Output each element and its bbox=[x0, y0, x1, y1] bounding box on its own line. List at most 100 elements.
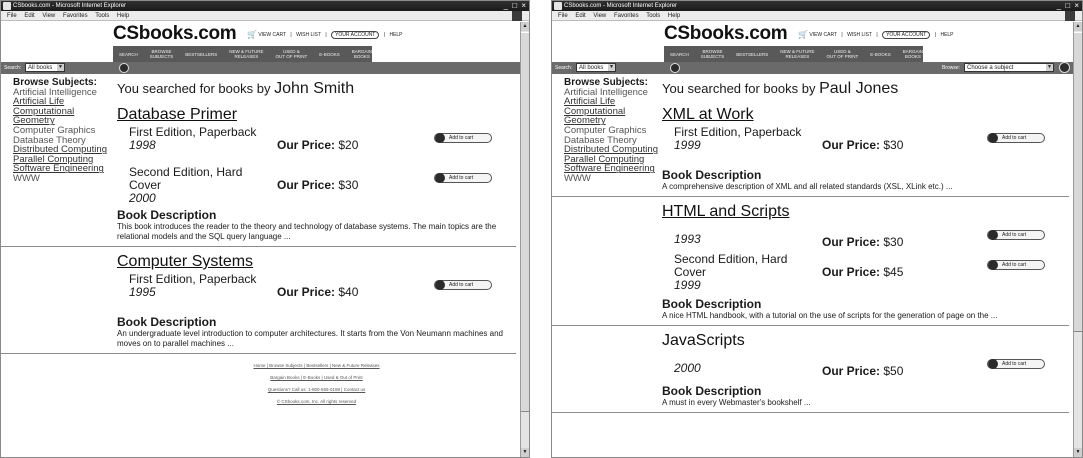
nav-browse-subjects[interactable]: BROWSE SUBJECTS bbox=[150, 49, 174, 59]
menu-tools[interactable]: Tools bbox=[95, 13, 109, 19]
search-go-button[interactable] bbox=[119, 63, 129, 73]
menu-file[interactable]: File bbox=[558, 13, 568, 19]
menu-view[interactable]: View bbox=[593, 13, 606, 19]
nav-new-releases[interactable]: NEW & FUTURE RELEASES bbox=[229, 49, 263, 59]
nav-ebooks[interactable]: E-BOOKS bbox=[319, 52, 340, 57]
windows-logo-icon bbox=[512, 11, 522, 21]
nav-bestsellers[interactable]: BESTSELLERS bbox=[185, 52, 217, 57]
menu-view[interactable]: View bbox=[42, 13, 55, 19]
vertical-scrollbar[interactable]: ▲ ▼ bbox=[520, 22, 529, 457]
edition-row: First Edition, Paperback 1999 Our Price:… bbox=[662, 126, 1069, 166]
add-to-cart-button[interactable]: Add to cart bbox=[987, 359, 1045, 369]
add-to-cart-button[interactable]: Add to cart bbox=[987, 133, 1045, 143]
add-to-cart-button[interactable]: Add to cart bbox=[987, 260, 1045, 270]
search-go-button[interactable] bbox=[670, 63, 680, 73]
book-title-link[interactable]: Computer Systems bbox=[117, 253, 516, 271]
edition-label: Second Edition, Hard Cover bbox=[129, 165, 243, 192]
price: Our Price: $40 bbox=[277, 285, 359, 299]
cart-icon[interactable]: 🛒 bbox=[798, 30, 808, 39]
book-title-link[interactable]: Database Primer bbox=[117, 106, 516, 124]
scroll-thumb[interactable] bbox=[521, 32, 529, 412]
menu-favorites[interactable]: Favorites bbox=[614, 13, 639, 19]
edition-year: 1999 bbox=[674, 138, 701, 152]
add-to-cart-button[interactable]: Add to cart bbox=[434, 173, 492, 183]
window-controls[interactable]: _ □ × bbox=[504, 1, 527, 11]
cart-icon bbox=[988, 260, 998, 270]
search-category-select[interactable]: All books ▼ bbox=[25, 63, 65, 72]
menu-favorites[interactable]: Favorites bbox=[63, 13, 88, 19]
book-result: Database Primer First Edition, Paperback… bbox=[1, 106, 516, 247]
help-link[interactable]: HELP bbox=[389, 32, 402, 38]
scroll-up-icon[interactable]: ▲ bbox=[1074, 22, 1082, 31]
add-to-cart-button[interactable]: Add to cart bbox=[434, 280, 492, 290]
menu-edit[interactable]: Edit bbox=[575, 13, 585, 19]
cart-icon[interactable]: 🛒 bbox=[247, 30, 257, 39]
nav-bargain-books[interactable]: BARGAIN BOOKS bbox=[903, 49, 923, 59]
site-logo[interactable]: CSbooks.com bbox=[113, 23, 237, 45]
scroll-down-icon[interactable]: ▼ bbox=[521, 448, 529, 457]
cart-icon bbox=[435, 280, 445, 290]
menu-file[interactable]: File bbox=[7, 13, 17, 19]
nav-used-books[interactable]: USED & OUT OF PRINT bbox=[276, 49, 308, 59]
view-cart-link[interactable]: VIEW CART bbox=[258, 32, 286, 38]
nav-browse-subjects[interactable]: BROWSE SUBJECTS bbox=[701, 49, 725, 59]
window-controls[interactable]: _ □ × bbox=[1057, 1, 1080, 11]
browse-go-button[interactable] bbox=[1059, 62, 1070, 73]
site-header: CSbooks.com 🛒 VIEW CART | WISH LIST | YO… bbox=[552, 22, 1073, 62]
your-account-button[interactable]: YOUR ACCOUNT bbox=[331, 30, 380, 39]
footer-links[interactable]: Bargain Books | E-Books | Used & Out of … bbox=[117, 372, 516, 384]
site-logo[interactable]: CSbooks.com bbox=[664, 23, 788, 45]
nav-used-books[interactable]: USED & OUT OF PRINT bbox=[827, 49, 859, 59]
nav-ebooks[interactable]: E-BOOKS bbox=[870, 52, 891, 57]
divider bbox=[1, 246, 516, 247]
price: Our Price: $50 bbox=[822, 364, 904, 378]
search-category-select[interactable]: All books ▼ bbox=[576, 63, 616, 72]
top-links: 🛒 VIEW CART | WISH LIST | YOUR ACCOUNT |… bbox=[247, 30, 403, 39]
edition-row: 1993 Our Price: $30 Add to cart bbox=[662, 223, 1069, 253]
scroll-up-icon[interactable]: ▲ bbox=[521, 22, 529, 31]
your-account-button[interactable]: YOUR ACCOUNT bbox=[882, 30, 931, 39]
sidebar-item-www: WWW bbox=[13, 172, 40, 184]
menu-bar: File Edit View Favorites Tools Help bbox=[552, 11, 1082, 21]
site-header: CSbooks.com 🛒 VIEW CART | WISH LIST | YO… bbox=[1, 22, 520, 62]
book-description-heading: Book Description bbox=[117, 208, 217, 222]
browse-label: Browse: bbox=[942, 65, 961, 71]
nav-search[interactable]: SEARCH bbox=[119, 52, 138, 57]
scroll-down-icon[interactable]: ▼ bbox=[1074, 448, 1082, 457]
search-results: You searched for books by Paul Jones XML… bbox=[552, 80, 1069, 419]
nav-bestsellers[interactable]: BESTSELLERS bbox=[736, 52, 768, 57]
view-cart-link[interactable]: VIEW CART bbox=[809, 32, 837, 38]
divider bbox=[552, 412, 1069, 413]
book-result: Computer Systems First Edition, Paperbac… bbox=[1, 253, 516, 354]
scroll-thumb[interactable] bbox=[1074, 32, 1082, 332]
help-link[interactable]: HELP bbox=[940, 32, 953, 38]
edition-label: First Edition, Paperback bbox=[674, 125, 802, 139]
book-title-link[interactable]: XML at Work bbox=[662, 106, 1069, 124]
menu-help[interactable]: Help bbox=[668, 13, 680, 19]
add-to-cart-button[interactable]: Add to cart bbox=[434, 133, 492, 143]
wish-list-link[interactable]: WISH LIST bbox=[296, 32, 321, 38]
cart-icon bbox=[988, 359, 998, 369]
dropdown-arrow-icon[interactable]: ▼ bbox=[1046, 64, 1053, 71]
vertical-scrollbar[interactable]: ▲ ▼ bbox=[1073, 22, 1082, 457]
nav-bargain-books[interactable]: BARGAIN BOOKS bbox=[352, 49, 372, 59]
divider bbox=[552, 196, 1069, 197]
add-to-cart-button[interactable]: Add to cart bbox=[987, 230, 1045, 240]
book-title: JavaScripts bbox=[662, 332, 745, 349]
cart-icon bbox=[988, 230, 998, 240]
ie-logo-icon bbox=[554, 2, 562, 10]
footer-links[interactable]: Home | Browse Subjects | Bestsellers | N… bbox=[117, 360, 516, 372]
browser-window-right: CSbooks.com - Microsoft Internet Explore… bbox=[551, 0, 1083, 458]
edition-year: 1993 bbox=[674, 232, 701, 246]
menu-tools[interactable]: Tools bbox=[646, 13, 660, 19]
browse-subject-select[interactable]: Choose a subject ▼ bbox=[964, 63, 1054, 72]
dropdown-arrow-icon[interactable]: ▼ bbox=[57, 64, 64, 71]
nav-new-releases[interactable]: NEW & FUTURE RELEASES bbox=[780, 49, 814, 59]
nav-search[interactable]: SEARCH bbox=[670, 52, 689, 57]
menu-edit[interactable]: Edit bbox=[24, 13, 34, 19]
book-title-link[interactable]: HTML and Scripts bbox=[662, 203, 1069, 221]
wish-list-link[interactable]: WISH LIST bbox=[847, 32, 872, 38]
menu-help[interactable]: Help bbox=[117, 13, 129, 19]
edition-row: First Edition, Paperback 1998 Our Price:… bbox=[117, 126, 516, 166]
dropdown-arrow-icon[interactable]: ▼ bbox=[608, 64, 615, 71]
